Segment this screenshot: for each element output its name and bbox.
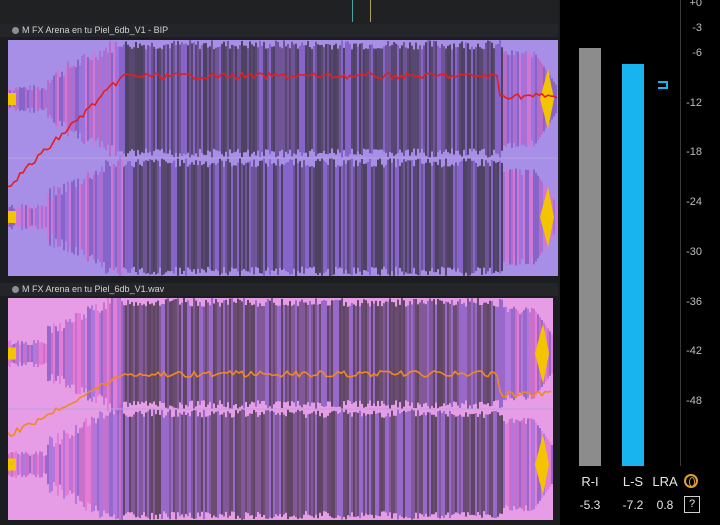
meter-scale-label: -6 — [692, 46, 702, 59]
meter-scale-label: -12 — [686, 96, 702, 109]
meter-bar-r-i — [579, 47, 601, 466]
track-header-1[interactable]: M FX Arena en tu Piel_6db_V1 - BIP — [0, 24, 558, 37]
track-title: M FX Arena en tu Piel_6db_V1 - BIP — [22, 25, 169, 35]
target-bracket-icon — [658, 81, 668, 89]
peak-marker — [8, 93, 16, 105]
meter-value-r-i: -5.3 — [579, 498, 601, 512]
waveform-2 — [8, 298, 553, 520]
cursor-marker — [352, 0, 353, 22]
help-button[interactable]: ? — [684, 496, 700, 513]
timeline-ruler[interactable] — [0, 0, 558, 24]
peak-hold-marker — [622, 77, 644, 79]
playhead-marker[interactable] — [370, 0, 371, 22]
audio-clip-2[interactable] — [8, 298, 558, 520]
meter-label-lra: LRA — [652, 474, 678, 489]
meter-scale-label: -18 — [686, 146, 702, 159]
meter-label-r-i: R-I — [581, 474, 599, 489]
audio-clip-1[interactable] — [8, 40, 558, 276]
peak-marker — [8, 458, 16, 471]
meter-scale-label: -30 — [686, 245, 702, 258]
loudness-mode-icon[interactable] — [684, 474, 698, 488]
meter-scale-label: -3 — [692, 21, 702, 34]
meter-scale-label: -36 — [686, 295, 702, 308]
meter-scale-label: -24 — [686, 196, 702, 208]
peak-marker — [8, 347, 16, 360]
track-record-icon[interactable] — [12, 27, 19, 34]
meter-scale-label: +0 — [689, 0, 702, 9]
meter-scale-label: -48 — [686, 395, 702, 407]
peak-marker — [8, 211, 16, 223]
meter-bar-l-s — [622, 63, 644, 466]
track-header-2[interactable]: M FX Arena en tu Piel_6db_V1.wav — [0, 283, 558, 296]
track-record-icon[interactable] — [12, 286, 19, 293]
track-title: M FX Arena en tu Piel_6db_V1.wav — [22, 284, 165, 294]
meter-value-lra: 0.8 — [656, 498, 674, 512]
meter-scale-label: -42 — [686, 345, 702, 358]
waveform-1 — [8, 40, 558, 276]
